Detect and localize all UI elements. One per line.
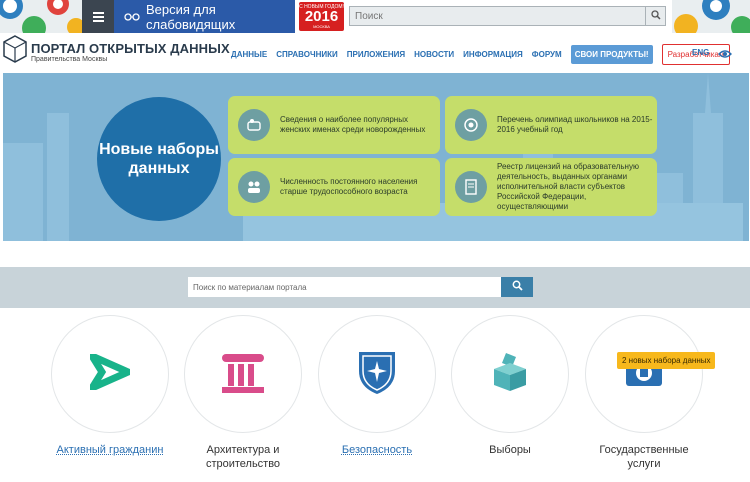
nav-info[interactable]: ИНФОРМАЦИЯ: [463, 50, 523, 59]
column-icon: [220, 350, 266, 399]
decor-left: [0, 0, 82, 33]
hero-banner: Новые наборы данных Сведения о наиболее …: [3, 73, 749, 241]
portal-logo[interactable]: ПОРТАЛ ОТКРЫТЫХ ДАННЫХ Правительства Мос…: [3, 35, 230, 68]
medal-icon: [455, 109, 487, 141]
category-label: Выборы: [489, 444, 531, 456]
search-icon: [512, 278, 523, 296]
category-architecture[interactable]: Архитектура и строительство: [183, 315, 303, 471]
category-active-citizen[interactable]: Активный гражданин: [50, 315, 170, 457]
low-vision-label: Версия для слабовидящих: [146, 1, 236, 32]
dataset-card-text: Сведения о наиболее популярных женских и…: [280, 115, 426, 134]
dataset-card-text: Перечень олимпиад школьников на 2015-201…: [497, 115, 653, 134]
dataset-card-text: Реестр лицензий на образовательную деяте…: [497, 162, 639, 211]
ballot-box-icon: [492, 351, 528, 398]
top-search-button[interactable]: [645, 7, 665, 25]
active-citizen-icon: [82, 347, 137, 396]
nav-data[interactable]: ДАННЫЕ: [231, 50, 267, 59]
language-switch[interactable]: ENG: [692, 48, 709, 57]
top-search-input[interactable]: [350, 7, 645, 25]
document-icon: [455, 171, 487, 203]
category-elections[interactable]: Выборы: [450, 315, 570, 457]
new-datasets-circle[interactable]: Новые наборы данных: [97, 97, 221, 221]
search-icon: [650, 7, 661, 25]
logo-subtitle: Правительства Москвы: [31, 55, 108, 63]
top-bar: Версия для слабовидящих С НОВЫМ ГОДОМ! 2…: [0, 0, 750, 33]
new-datasets-badge: 2 новых набора данных: [617, 352, 716, 369]
nav-apps[interactable]: ПРИЛОЖЕНИЯ: [347, 50, 405, 59]
category-label: Активный гражданин: [56, 444, 164, 456]
dataset-card[interactable]: Численность постоянного населения старше…: [228, 158, 440, 216]
main-nav: ДАННЫЕ СПРАВОЧНИКИ ПРИЛОЖЕНИЯ НОВОСТИ ИН…: [231, 44, 731, 65]
header: ПОРТАЛ ОТКРЫТЫХ ДАННЫХ Правительства Мос…: [0, 33, 750, 73]
people-icon: [238, 171, 270, 203]
category-security[interactable]: Безопасность: [317, 315, 437, 457]
category-public-services[interactable]: Государственные услуги: [584, 315, 704, 471]
new-datasets-label: Новые наборы данных: [99, 141, 219, 177]
shield-icon: [357, 349, 397, 400]
nav-forum[interactable]: ФОРУМ: [532, 50, 562, 59]
menu-button[interactable]: [82, 0, 114, 33]
decor-right: [672, 0, 750, 33]
cube-logo-icon: [3, 35, 27, 68]
portal-search-button[interactable]: [501, 277, 533, 297]
glasses-icon: [124, 9, 140, 24]
low-vision-button[interactable]: Версия для слабовидящих: [114, 0, 295, 33]
portal-search-band: Поиск по материалам портала: [0, 267, 750, 308]
dataset-card[interactable]: Перечень олимпиад школьников на 2015-201…: [445, 96, 657, 154]
new-year-banner[interactable]: С НОВЫМ ГОДОМ! 2016 МОСКВА: [299, 2, 344, 31]
nav-news[interactable]: НОВОСТИ: [414, 50, 454, 59]
category-label: Архитектура и строительство: [205, 444, 281, 470]
portal-search-input[interactable]: Поиск по материалам портала: [188, 277, 501, 297]
eye-icon[interactable]: [718, 46, 732, 64]
dataset-card[interactable]: Реестр лицензий на образовательную деяте…: [445, 158, 657, 216]
top-search: [349, 6, 666, 26]
dataset-card[interactable]: Сведения о наиболее популярных женских и…: [228, 96, 440, 154]
logo-title: ПОРТАЛ ОТКРЫТЫХ ДАННЫХ: [31, 40, 230, 56]
nav-directories[interactable]: СПРАВОЧНИКИ: [276, 50, 338, 59]
ny-year: 2016: [304, 8, 339, 25]
category-label: Государственные услуги: [599, 444, 689, 470]
own-products-button[interactable]: СВОИ ПРОДУКТЫ!: [570, 45, 653, 64]
category-label: Безопасность: [341, 444, 413, 456]
dataset-card-text: Численность постоянного населения старше…: [280, 177, 418, 196]
baby-icon: [238, 109, 270, 141]
